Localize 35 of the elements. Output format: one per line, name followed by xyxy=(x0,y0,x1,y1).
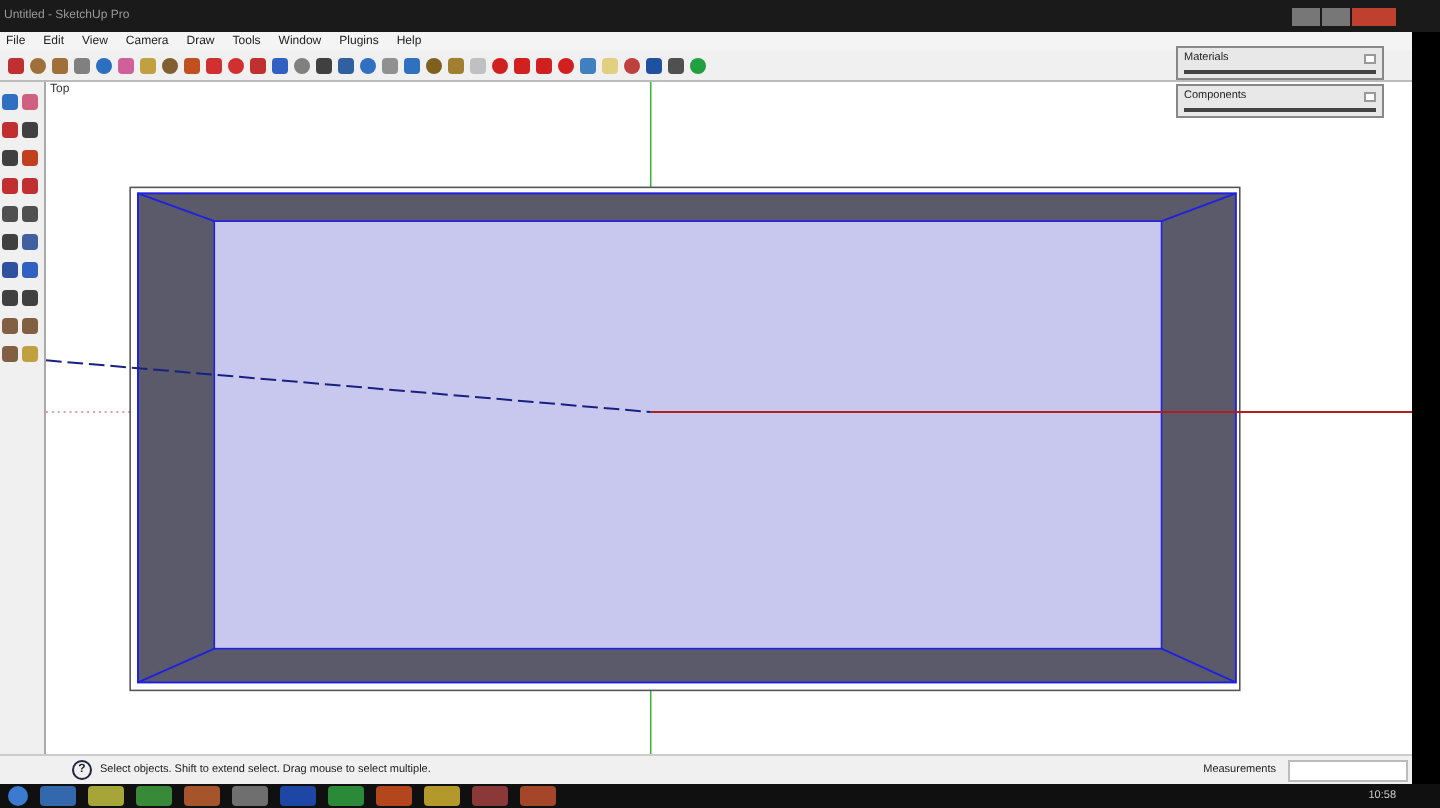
circle-icon[interactable] xyxy=(360,57,376,73)
square-icon[interactable] xyxy=(206,57,222,73)
square-icon[interactable] xyxy=(2,234,18,250)
circle-icon[interactable] xyxy=(96,57,112,73)
square-icon[interactable] xyxy=(8,57,24,73)
maximize-button[interactable] xyxy=(1322,7,1350,25)
square-icon[interactable] xyxy=(668,57,684,73)
circle-icon[interactable] xyxy=(30,57,46,73)
square-icon[interactable] xyxy=(272,57,288,73)
square-icon[interactable] xyxy=(2,262,18,278)
circle-icon[interactable] xyxy=(294,57,310,73)
square-icon[interactable] xyxy=(2,206,18,222)
circle-icon[interactable] xyxy=(558,57,574,73)
circle-icon[interactable] xyxy=(624,57,640,73)
circle-icon[interactable] xyxy=(228,57,244,73)
square-icon[interactable] xyxy=(2,290,18,306)
minimize-button[interactable] xyxy=(1292,7,1320,25)
start-icon[interactable] xyxy=(8,786,28,806)
square-icon[interactable] xyxy=(250,57,266,73)
square-icon[interactable] xyxy=(536,57,552,73)
square-icon[interactable] xyxy=(646,57,662,73)
circle-icon[interactable] xyxy=(492,57,508,73)
square-icon[interactable] xyxy=(514,57,530,73)
measurements-field[interactable] xyxy=(1288,759,1408,781)
tray-toggle-button[interactable] xyxy=(1364,53,1376,63)
circle-icon[interactable] xyxy=(426,57,442,73)
close-button[interactable] xyxy=(1352,7,1396,25)
tray-toggle-button[interactable] xyxy=(1364,91,1376,101)
square-icon[interactable] xyxy=(404,57,420,73)
square-icon[interactable] xyxy=(316,57,332,73)
square-icon[interactable] xyxy=(2,150,18,166)
square-icon[interactable] xyxy=(338,57,354,73)
circle-icon[interactable] xyxy=(162,57,178,73)
square-icon[interactable] xyxy=(184,57,200,73)
circle-icon[interactable] xyxy=(690,57,706,73)
